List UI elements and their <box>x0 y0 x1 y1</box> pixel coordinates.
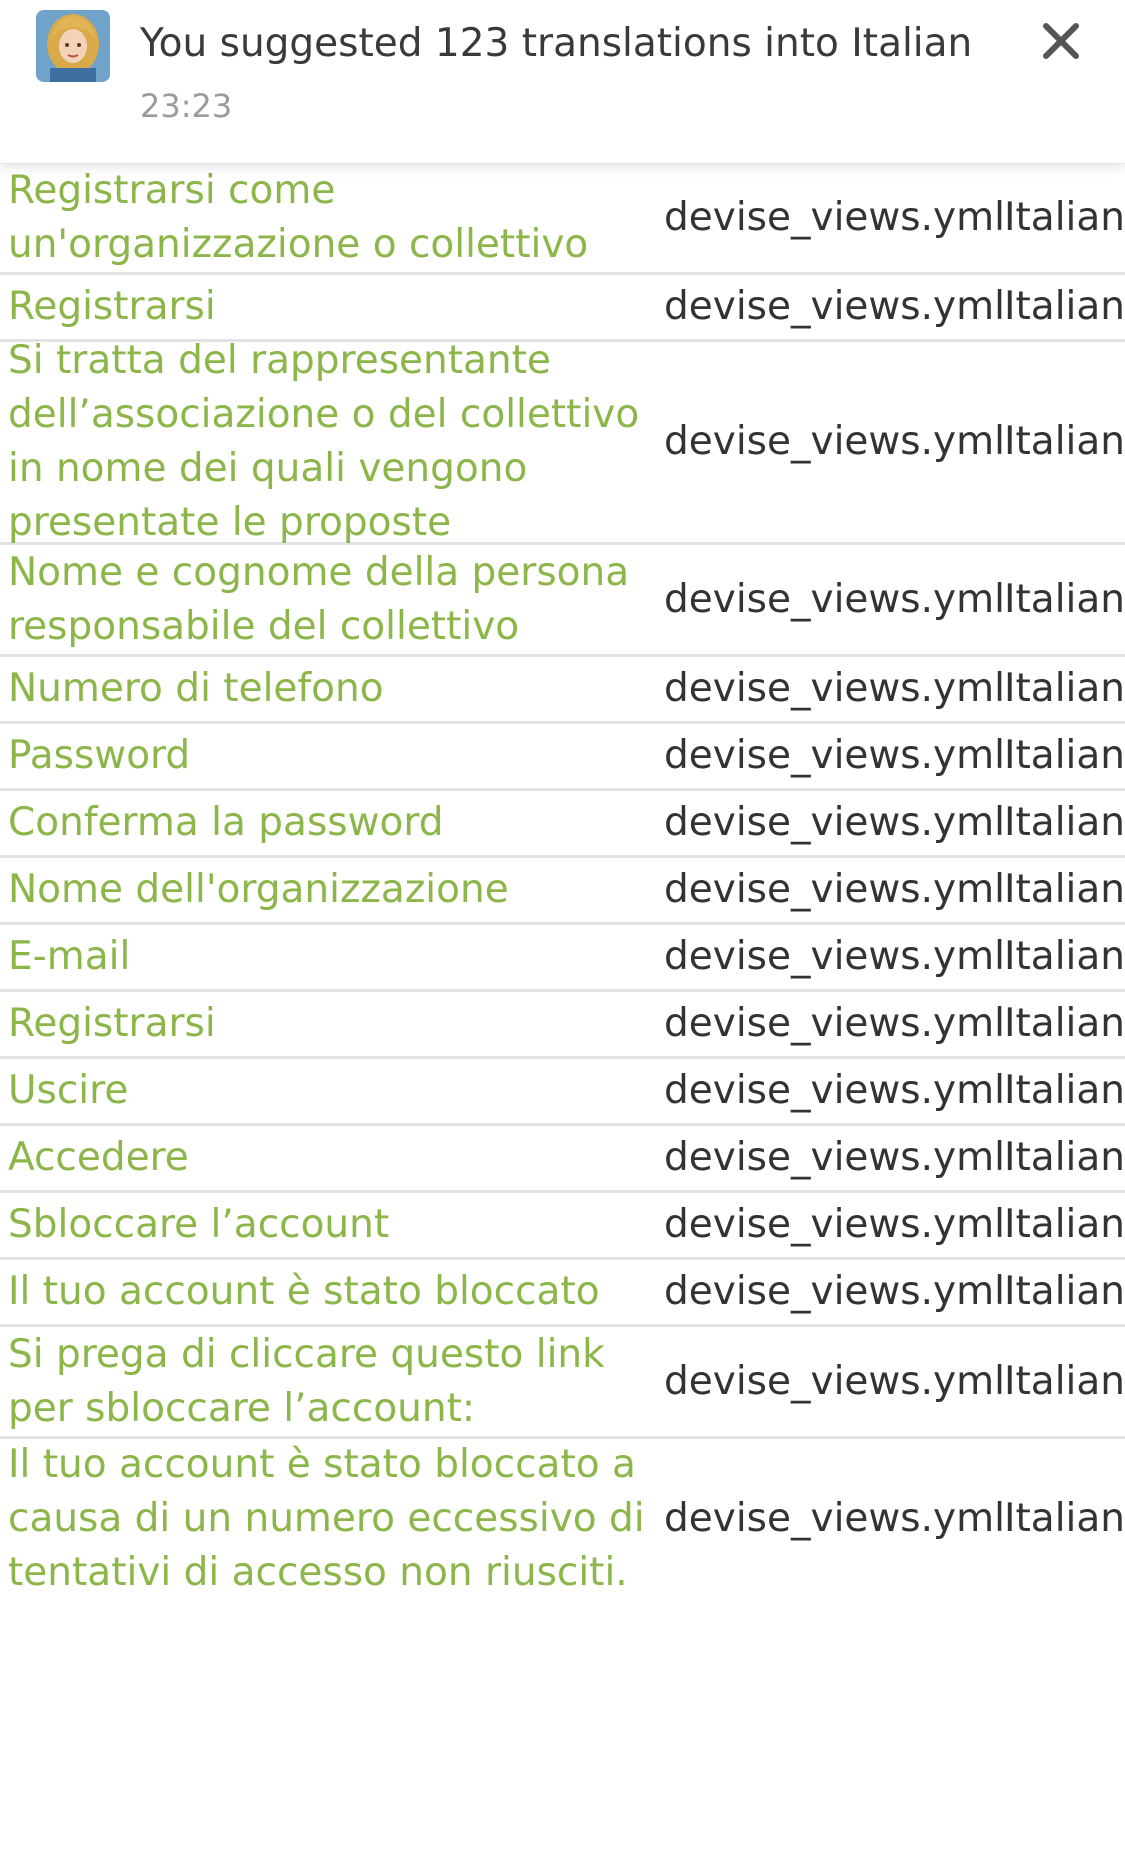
table-row: Il tuo account è stato bloccato devise_v… <box>0 1260 1125 1327</box>
table-row: Il tuo account è stato bloccato a causa … <box>0 1439 1125 1599</box>
translation-link[interactable]: Nome dell'organizzazione <box>0 859 664 921</box>
table-row: Numero di telefono devise_views.yml Ital… <box>0 657 1125 724</box>
translation-link[interactable]: Registrarsi <box>0 993 664 1055</box>
language-label: Italian <box>1004 1496 1125 1541</box>
file-name: devise_views.yml <box>664 934 1005 979</box>
language-label: Italian <box>1004 576 1125 622</box>
table-row: Password devise_views.yml Italian <box>0 724 1125 791</box>
table-row: Registrarsi come un'organizzazione o col… <box>0 163 1125 275</box>
translation-link[interactable]: Registrarsi come un'organizzazione o col… <box>0 160 664 276</box>
language-label: Italian <box>1004 1202 1125 1247</box>
table-row: E-mail devise_views.yml Italian <box>0 925 1125 992</box>
language-label: Italian <box>1004 733 1125 778</box>
file-name: devise_views.yml <box>664 1202 1005 1247</box>
language-label: Italian <box>1004 1358 1125 1404</box>
language-label: Italian <box>1004 194 1125 240</box>
close-icon[interactable] <box>1034 14 1088 68</box>
file-name: devise_views.yml <box>664 800 1005 845</box>
translation-link[interactable]: Uscire <box>0 1060 664 1122</box>
translation-link[interactable]: Numero di telefono <box>0 658 664 720</box>
file-name: devise_views.yml <box>664 1269 1005 1314</box>
translation-link[interactable]: Si tratta del rappresentante dell’associ… <box>0 330 664 554</box>
translation-link[interactable]: Password <box>0 725 664 787</box>
page: You suggested 123 translations into Ital… <box>0 0 1125 1865</box>
translations-table: Registrarsi come un'organizzazione o col… <box>0 163 1125 1599</box>
translation-link[interactable]: Accedere <box>0 1127 664 1189</box>
table-row: Nome e cognome della persona responsabil… <box>0 545 1125 657</box>
file-name: devise_views.yml <box>664 867 1005 912</box>
language-label: Italian <box>1004 284 1125 329</box>
file-name: devise_views.yml <box>664 1135 1005 1180</box>
language-label: Italian <box>1004 666 1125 711</box>
file-name: devise_views.yml <box>664 284 1005 329</box>
notification-banner: You suggested 123 translations into Ital… <box>0 0 1125 164</box>
translation-link[interactable]: Nome e cognome della persona responsabil… <box>0 542 664 658</box>
table-row: Accedere devise_views.yml Italian <box>0 1126 1125 1193</box>
translation-link[interactable]: Sbloccare l’account <box>0 1194 664 1256</box>
file-name: devise_views.yml <box>664 1001 1005 1046</box>
language-label: Italian <box>1004 934 1125 979</box>
table-row: Si tratta del rappresentante dell’associ… <box>0 338 1125 545</box>
translation-link[interactable]: Conferma la password <box>0 792 664 854</box>
table-row: Nome dell'organizzazione devise_views.ym… <box>0 858 1125 925</box>
table-row: Si prega di cliccare questo link per sbl… <box>0 1327 1125 1439</box>
translation-link[interactable]: Si prega di cliccare questo link per sbl… <box>0 1324 664 1440</box>
language-label: Italian <box>1004 800 1125 845</box>
file-name: devise_views.yml <box>664 1068 1005 1113</box>
file-name: devise_views.yml <box>664 1496 1005 1541</box>
table-row: Sbloccare l’account devise_views.yml Ita… <box>0 1193 1125 1260</box>
translation-link[interactable]: Il tuo account è stato bloccato <box>0 1261 664 1323</box>
language-label: Italian <box>1004 1068 1125 1113</box>
translation-link[interactable]: Registrarsi <box>0 276 664 338</box>
notification-time: 23:23 <box>140 87 233 125</box>
notification-title: You suggested 123 translations into Ital… <box>140 21 973 66</box>
table-row: Uscire devise_views.yml Italian <box>0 1059 1125 1126</box>
file-name: devise_views.yml <box>664 1358 1005 1404</box>
table-row: Registrarsi devise_views.yml Italian <box>0 992 1125 1059</box>
translation-link[interactable]: Il tuo account è stato bloccato a causa … <box>0 1434 664 1604</box>
file-name: devise_views.yml <box>664 419 1005 464</box>
file-name: devise_views.yml <box>664 733 1005 778</box>
file-name: devise_views.yml <box>664 194 1005 240</box>
file-name: devise_views.yml <box>664 576 1005 622</box>
table-row: Conferma la password devise_views.yml It… <box>0 791 1125 858</box>
language-label: Italian <box>1004 867 1125 912</box>
translation-link[interactable]: E-mail <box>0 926 664 988</box>
language-label: Italian <box>1004 1001 1125 1046</box>
user-avatar-icon <box>36 10 110 82</box>
language-label: Italian <box>1004 1135 1125 1180</box>
language-label: Italian <box>1004 1269 1125 1314</box>
file-name: devise_views.yml <box>664 666 1005 711</box>
language-label: Italian <box>1004 419 1125 464</box>
